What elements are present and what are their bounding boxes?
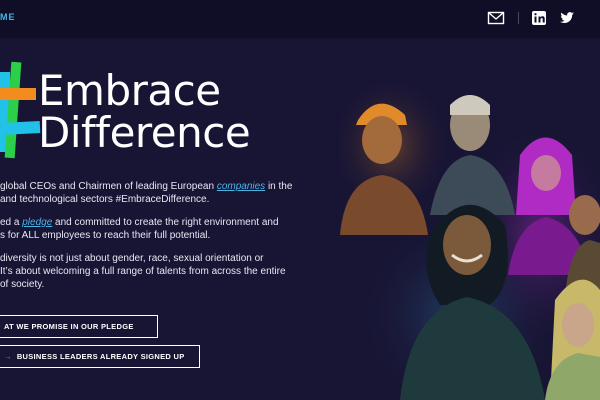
email-link[interactable] <box>487 9 505 27</box>
logo-line-2: Difference <box>38 108 251 157</box>
intro-p3-line-3: of society. <box>0 279 45 290</box>
intro-p3-line-1: diversity is not just about gender, race… <box>0 253 264 264</box>
intro-text: global CEOs and Chairmen of leading Euro… <box>0 180 340 301</box>
intro-p1-text-end: in the <box>265 181 293 192</box>
intro-p1-line-2: and technological sectors #EmbraceDiffer… <box>0 194 210 205</box>
intro-p2-text-end: and committed to create the right enviro… <box>52 217 279 228</box>
arrow-right-icon: → <box>4 352 12 361</box>
logo-wordmark: Embrace Difference <box>38 66 251 157</box>
intro-paragraph-2: ed a pledge and committed to create the … <box>0 216 340 242</box>
mail-icon <box>487 11 505 25</box>
pledge-button-label: AT WE PROMISE IN OUR PLEDGE <box>4 322 134 331</box>
hashtag-stroke-blue-horizontal <box>0 120 41 136</box>
diverse-professionals-image <box>340 85 600 400</box>
twitter-link[interactable] <box>558 9 576 27</box>
pledge-promise-button[interactable]: AT WE PROMISE IN OUR PLEDGE <box>0 315 158 338</box>
linkedin-icon <box>532 11 546 25</box>
intro-p3-line-2: It’s about welcoming a full range of tal… <box>0 266 286 277</box>
social-divider <box>518 12 519 24</box>
linkedin-link[interactable] <box>530 9 548 27</box>
intro-p1-text: global CEOs and Chairmen of leading Euro… <box>0 181 217 192</box>
pledge-link[interactable]: pledge <box>22 217 52 228</box>
nav-home-link[interactable]: ME <box>0 12 16 22</box>
twitter-icon <box>560 12 574 23</box>
companies-link[interactable]: companies <box>217 181 265 192</box>
intro-paragraph-3: diversity is not just about gender, race… <box>0 252 340 291</box>
hashtag-stroke-orange <box>0 88 36 100</box>
leaders-button-label: BUSINESS LEADERS ALREADY SIGNED UP <box>16 352 185 361</box>
intro-paragraph-1: global CEOs and Chairmen of leading Euro… <box>0 180 340 206</box>
business-leaders-button[interactable]: → BUSINESS LEADERS ALREADY SIGNED UP <box>0 345 200 368</box>
top-navigation-bar: ME <box>0 0 600 38</box>
intro-p2-text: ed a <box>0 217 23 228</box>
embrace-difference-logo: Embrace Difference <box>0 61 260 162</box>
intro-p2-line-2: s for ALL employees to reach their full … <box>0 230 211 241</box>
logo-line-1: Embrace <box>38 66 221 115</box>
